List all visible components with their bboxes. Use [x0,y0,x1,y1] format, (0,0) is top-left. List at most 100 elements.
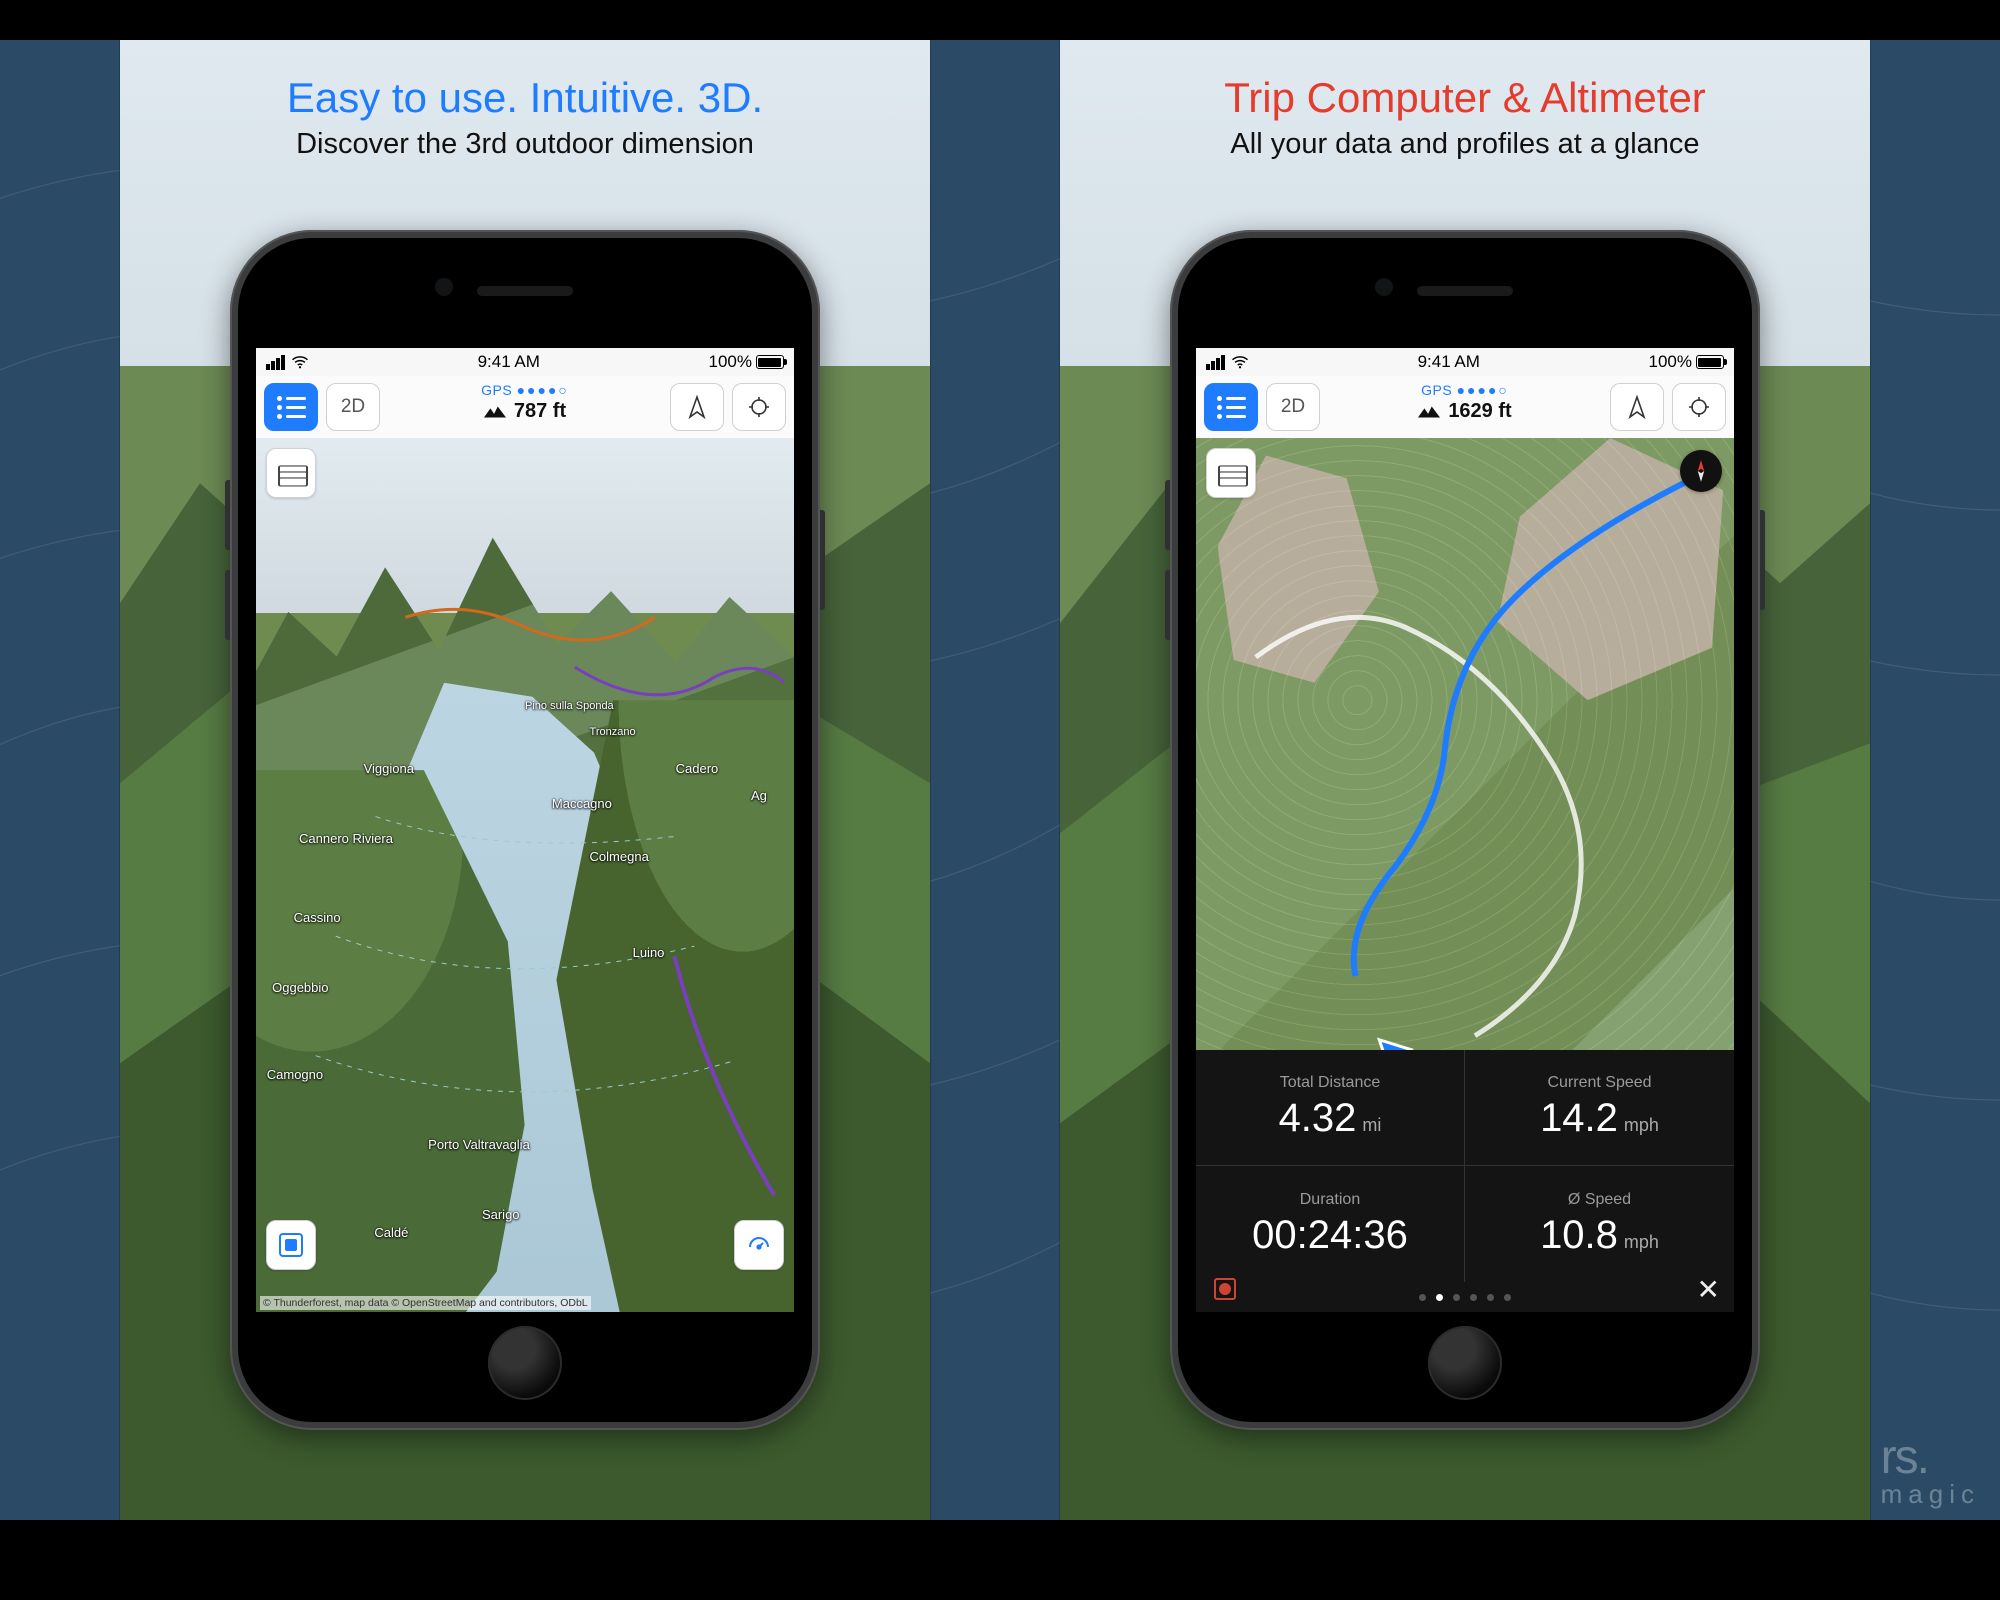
trip-computer-panel: Total Distance 4.32mi Current Speed 14.2… [1196,1050,1734,1312]
map-label: Cadero [676,761,719,776]
headline: Easy to use. Intuitive. 3D. [120,74,930,122]
altitude-value: 1629 ft [1448,400,1511,423]
crosshair-icon [1687,395,1711,419]
status-time: 9:41 AM [478,352,540,372]
locate-button[interactable] [732,383,786,431]
mountain-icon [484,406,506,418]
menu-button[interactable] [1204,383,1258,431]
camera-icon [1375,278,1393,296]
metric-value: 00:24:36 [1252,1213,1408,1258]
letterbox-bottom [0,1520,2000,1600]
compass-button[interactable] [1680,450,1722,492]
heading-button[interactable] [1610,383,1664,431]
layers-button[interactable] [266,448,316,498]
gauge-icon [747,1233,771,1257]
status-time: 9:41 AM [1418,352,1480,372]
record-button[interactable] [266,1220,316,1270]
letterbox-top [0,0,2000,40]
nav-arrow-icon [1625,395,1649,419]
metric-unit: mph [1624,1232,1659,1253]
trails-overlay [256,438,794,1312]
screen: 9:41 AM 100% 2D GPS ●●●●○ 1629 ft [1196,348,1734,1312]
map-label: Viggiona [364,761,414,776]
screen: 9:41 AM 100% 2D GPS ●●●●○ 787 ft [256,348,794,1312]
close-button[interactable]: ✕ [1697,1273,1720,1306]
home-button[interactable] [488,1326,562,1400]
view-mode-button[interactable]: 2D [326,383,380,431]
list-icon [277,396,306,419]
status-bar: 9:41 AM 100% [1196,348,1734,376]
subline: Discover the 3rd outdoor dimension [120,128,930,161]
gps-strength-icon: ●●●●○ [517,382,569,398]
screenshot-card-1: Easy to use. Intuitive. 3D. Discover the… [120,40,930,1520]
brand-dot: . [1917,1431,1928,1484]
card-heading: Easy to use. Intuitive. 3D. Discover the… [120,74,930,161]
map-label: Pino sulla Sponda [525,700,614,712]
battery-icon [756,355,784,369]
layers-icon [278,462,304,484]
status-bar: 9:41 AM 100% [256,348,794,376]
map-label: Ag [751,788,767,803]
subline: All your data and profiles at a glance [1060,128,1870,161]
map-attribution: © Thunderforest, map data © OpenStreetMa… [260,1296,591,1310]
camera-icon [435,278,453,296]
metric-label: Ø Speed [1568,1191,1631,1209]
nav-arrow-icon [685,395,709,419]
map-label: Porto Valtravaglia [428,1137,530,1152]
page-indicator[interactable]: ✕ [1196,1282,1734,1312]
map-label: Caldé [374,1225,408,1240]
locate-button[interactable] [1672,383,1726,431]
metric-unit: mph [1624,1115,1659,1136]
watermark: rs. magic [1881,1430,1980,1510]
battery-icon [1696,355,1724,369]
screenshot-card-2: Trip Computer & Altimeter All your data … [1060,40,1870,1520]
cell-signal-icon [266,355,285,370]
menu-button[interactable] [264,383,318,431]
map-label: Camogno [267,1067,323,1082]
metric-value: 10.8 [1540,1213,1618,1258]
metric-label: Duration [1300,1191,1360,1209]
metric-value: 14.2 [1540,1096,1618,1141]
brand-suffix: rs [1881,1431,1917,1484]
phone-mockup: 9:41 AM 100% 2D GPS ●●●●○ 1629 ft [1170,230,1760,1430]
map-label: Oggebbio [272,980,328,995]
speaker-icon [477,286,573,296]
view-mode-button[interactable]: 2D [1266,383,1320,431]
map-label: Maccagno [552,796,612,811]
battery-percent: 100% [1649,352,1692,372]
metric-label: Current Speed [1547,1074,1651,1092]
map-label: Cannero Riviera [299,831,393,846]
compass-icon [1688,458,1714,484]
home-button[interactable] [1428,1326,1502,1400]
phone-mockup: 9:41 AM 100% 2D GPS ●●●●○ 787 ft [230,230,820,1430]
speaker-icon [1417,286,1513,296]
altitude-value: 787 ft [514,400,566,423]
layers-button[interactable] [1206,448,1256,498]
wifi-icon [1231,353,1249,371]
gps-label: GPS [481,382,512,398]
crosshair-icon [747,395,771,419]
metric-value: 4.32 [1279,1096,1357,1141]
map-label: Colmegna [590,849,649,864]
gps-strength-icon: ●●●●○ [1457,382,1509,398]
app-navbar: 2D GPS ●●●●○ 1629 ft [1196,376,1734,439]
layers-icon [1218,462,1244,484]
battery-percent: 100% [709,352,752,372]
map-label: Tronzano [590,726,636,738]
heading-button[interactable] [670,383,724,431]
map-view[interactable]: Total Distance 4.32mi Current Speed 14.2… [1196,438,1734,1312]
brand-line2: magic [1881,1479,1980,1510]
app-navbar: 2D GPS ●●●●○ 787 ft [256,376,794,439]
gps-label: GPS [1421,382,1452,398]
map-view[interactable]: Viggiona Cannero Riviera Cassino Oggebbi… [256,438,794,1312]
record-icon [279,1233,303,1257]
metric-label: Total Distance [1280,1074,1381,1092]
cell-signal-icon [1206,355,1225,370]
stop-record-button[interactable] [1214,1278,1236,1300]
stage: rs. magic Easy to use. Intuitive. 3D. Di… [0,0,2000,1600]
wifi-icon [291,353,309,371]
dashboard-button[interactable] [734,1220,784,1270]
mountain-icon [1418,406,1440,418]
headline: Trip Computer & Altimeter [1060,74,1870,122]
map-label: Cassino [294,910,341,925]
